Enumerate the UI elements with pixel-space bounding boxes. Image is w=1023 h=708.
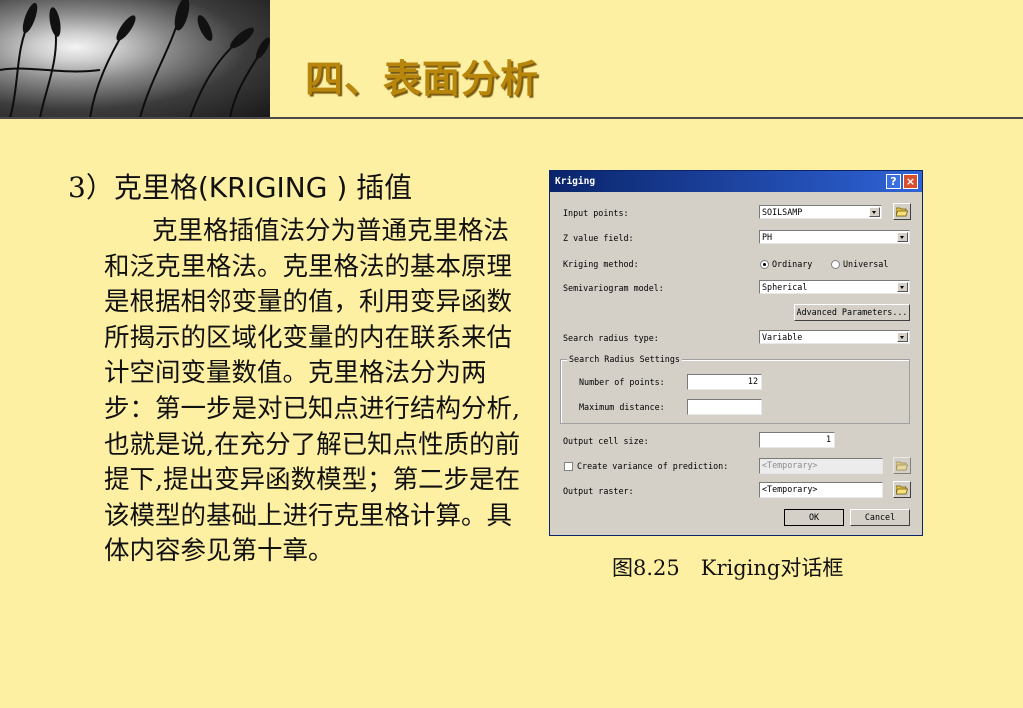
chevron-down-icon[interactable] xyxy=(869,207,880,217)
header-photo-wheat xyxy=(0,0,270,118)
heading-suffix: 插值 xyxy=(356,171,413,204)
search-radius-type-label: Search radius type: xyxy=(563,333,659,343)
search-radius-settings-label: Search Radius Settings xyxy=(567,354,682,364)
semivariogram-select[interactable]: Spherical xyxy=(759,280,910,294)
body-paragraph: 克里格插值法分为普通克里格法和泛克里格法。克里格法的基本原理是根据相邻变量的值，… xyxy=(104,216,521,567)
search-radius-type-value: Variable xyxy=(762,332,803,342)
num-points-input[interactable]: 12 xyxy=(687,374,762,390)
ok-button[interactable]: OK xyxy=(784,509,844,526)
z-value-label: Z value field: xyxy=(563,233,634,243)
header-divider xyxy=(0,117,1023,119)
method-ordinary-label: Ordinary xyxy=(772,259,813,269)
output-raster-label: Output raster: xyxy=(563,486,634,496)
variance-output-input[interactable]: <Temporary> xyxy=(759,458,883,474)
semivariogram-label: Semivariogram model: xyxy=(563,283,664,293)
browse-output-button[interactable] xyxy=(893,481,911,498)
input-points-select[interactable]: SOILSAMP xyxy=(759,205,882,219)
cancel-button[interactable]: Cancel xyxy=(850,509,910,526)
help-icon[interactable]: ? xyxy=(886,174,901,189)
input-points-label: Input points: xyxy=(563,208,629,218)
slide-title: 四、表面分析 xyxy=(305,57,540,101)
num-points-value: 12 xyxy=(747,376,758,386)
create-variance-label: Create variance of prediction: xyxy=(577,461,729,471)
folder-open-icon xyxy=(896,461,908,471)
wheat-silhouette-icon xyxy=(0,0,270,118)
heading-number: 3） xyxy=(68,171,114,204)
output-raster-value: <Temporary> xyxy=(762,484,818,494)
heading-latin: (KRIGING ) xyxy=(197,171,348,204)
cell-size-value: 1 xyxy=(825,434,831,444)
max-distance-input[interactable] xyxy=(687,399,762,415)
chevron-down-icon[interactable] xyxy=(897,332,908,342)
browse-input-button[interactable] xyxy=(893,203,911,220)
z-value-value: PH xyxy=(762,232,773,242)
max-distance-label: Maximum distance: xyxy=(579,402,665,412)
method-universal-radio[interactable] xyxy=(831,260,840,269)
dialog-titlebar[interactable]: Kriging xyxy=(550,171,922,192)
kriging-dialog: Kriging ? × Input points: SOILSAMP Z val… xyxy=(549,170,923,536)
input-points-value: SOILSAMP xyxy=(762,207,803,217)
cell-size-label: Output cell size: xyxy=(563,436,649,446)
create-variance-checkbox[interactable] xyxy=(564,462,573,471)
dialog-title: Kriging xyxy=(555,176,596,187)
search-radius-type-select[interactable]: Variable xyxy=(759,330,910,344)
figure-caption: 图8.25 Kriging对话框 xyxy=(612,556,844,580)
close-icon[interactable]: × xyxy=(903,174,918,189)
folder-open-icon xyxy=(896,485,908,495)
num-points-label: Number of points: xyxy=(579,377,665,387)
z-value-select[interactable]: PH xyxy=(759,230,910,244)
cell-size-input[interactable]: 1 xyxy=(759,432,835,448)
chevron-down-icon[interactable] xyxy=(897,282,908,292)
method-ordinary-radio[interactable] xyxy=(760,260,769,269)
method-universal-label: Universal xyxy=(843,259,889,269)
chevron-down-icon[interactable] xyxy=(897,232,908,242)
heading-cn: 克里格 xyxy=(113,171,198,204)
section-heading: 3）克里格(KRIGING ) 插值 xyxy=(68,166,412,206)
kriging-method-label: Kriging method: xyxy=(563,259,639,269)
output-raster-input[interactable]: <Temporary> xyxy=(759,482,883,498)
advanced-parameters-button[interactable]: Advanced Parameters... xyxy=(794,304,910,321)
folder-open-icon xyxy=(896,207,908,217)
browse-variance-button[interactable] xyxy=(893,457,911,474)
variance-output-value: <Temporary> xyxy=(762,460,818,470)
semivariogram-value: Spherical xyxy=(762,282,808,292)
